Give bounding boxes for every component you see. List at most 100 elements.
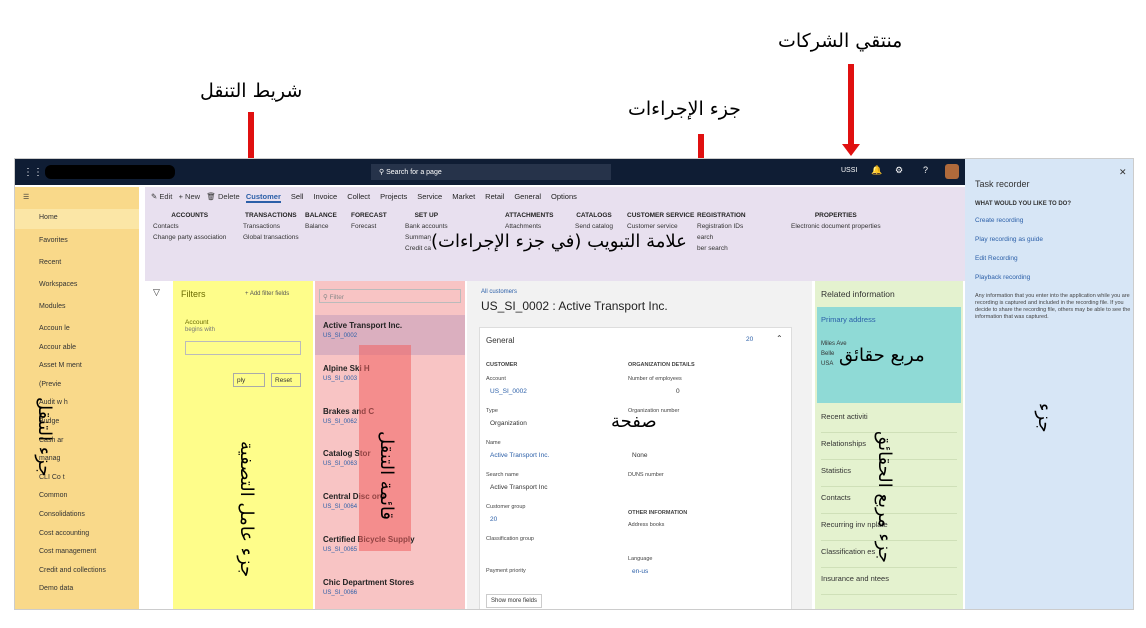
name-label: Name (486, 440, 501, 446)
ribbon-item[interactable]: Forecast (351, 223, 387, 230)
ribbon-item[interactable]: Global transactions (243, 234, 299, 241)
search-box[interactable]: ⚲ Search for a page (371, 164, 611, 180)
breadcrumb[interactable]: All customers (481, 289, 517, 295)
factbox-row[interactable]: Recent activiti (821, 407, 957, 433)
edit-button[interactable]: ✎ Edit (151, 192, 172, 201)
employees-value[interactable]: 0 (676, 388, 680, 395)
factbox-row[interactable]: Insurance and ntees (821, 569, 957, 595)
tab-options[interactable]: Options (551, 192, 577, 201)
nav-home[interactable] (15, 209, 139, 229)
section-title[interactable]: General (486, 336, 514, 345)
tab-invoice[interactable]: Invoice (313, 192, 337, 201)
tab-projects[interactable]: Projects (380, 192, 407, 201)
nav-item-favorites[interactable]: Favorites (39, 237, 68, 244)
ribbon-item[interactable]: Change party association (153, 234, 226, 241)
module-item[interactable]: Cost management (39, 548, 96, 555)
ribbon-item[interactable]: ber search (697, 245, 746, 252)
related-info-title[interactable]: Related information (821, 289, 895, 299)
tab-retail[interactable]: Retail (485, 192, 504, 201)
list-item-name[interactable]: Chic Department Stores (323, 578, 453, 587)
ribbon-item[interactable]: Balance (305, 223, 337, 230)
filter-input[interactable] (185, 341, 301, 355)
module-item[interactable]: Common (39, 492, 67, 499)
tab-sell[interactable]: Sell (291, 192, 304, 201)
collapse-chevron-icon[interactable]: ⌃ (776, 334, 783, 343)
ribbon-item[interactable]: Send catalog (575, 223, 613, 230)
ribbon-item[interactable]: Contacts (153, 223, 226, 230)
module-item[interactable]: Asset M ment (39, 362, 82, 369)
nav-item-workspaces[interactable]: Workspaces (39, 281, 77, 288)
module-item[interactable]: (Previe (39, 381, 61, 388)
collapse-icon[interactable]: ☰ (23, 193, 29, 201)
nav-bar-annotation: شريط التنقل (200, 80, 303, 102)
module-item[interactable]: Demo data (39, 585, 73, 592)
list-filter-input[interactable]: ⚲ Filter (319, 289, 461, 303)
ribbon-group: PROPERTIES Electronic document properties (791, 212, 881, 234)
task-link[interactable]: Play recording as guide (975, 236, 1043, 243)
app-launcher-icon[interactable]: ⋮⋮ (23, 167, 43, 178)
close-icon[interactable]: ✕ (1119, 167, 1127, 178)
search-name-value[interactable]: Active Transport Inc (490, 484, 547, 491)
redacted-bar (45, 165, 175, 179)
delete-button[interactable]: 🗑 Delete (206, 192, 239, 201)
task-link[interactable]: Playback recording (975, 274, 1030, 281)
filter-toggle[interactable]: ▽ (153, 287, 160, 298)
module-item[interactable]: Accour able (39, 344, 76, 351)
tab-customer[interactable]: Customer (245, 192, 281, 203)
org-heading: ORGANIZATION DETAILS (628, 362, 695, 368)
ribbon-item[interactable]: Registration IDs (697, 223, 746, 230)
none-value[interactable]: None (632, 452, 648, 459)
group-value[interactable]: 20 (490, 516, 497, 523)
ribbon-item[interactable]: Transactions (243, 223, 299, 230)
module-item[interactable]: Consolidations (39, 511, 85, 518)
address-line-2: Belle (821, 351, 835, 357)
ribbon-group-title: TRANSACTIONS (245, 212, 297, 219)
module-item[interactable]: Cost accounting (39, 530, 89, 537)
gear-icon[interactable]: ⚙ (895, 165, 903, 176)
reset-button[interactable]: Reset (271, 373, 301, 387)
nav-item-recent[interactable]: Recent (39, 259, 61, 266)
ribbon-group-title: FORECAST (351, 212, 387, 219)
primary-address-title[interactable]: Primary address (821, 315, 876, 324)
address-books-label: Address books (628, 522, 665, 528)
account-value[interactable]: US_SI_0002 (490, 388, 527, 395)
add-filter-button[interactable]: + Add filter fields (245, 291, 289, 297)
new-button[interactable]: + New (179, 192, 200, 201)
list-item[interactable]: Active Transport Inc. US_SI_0002 (323, 321, 453, 339)
nav-arrow (248, 112, 254, 162)
name-value[interactable]: Active Transport Inc. (490, 452, 549, 459)
section-count: 20 (746, 336, 754, 343)
tab-service[interactable]: Service (417, 192, 442, 201)
nav-item-home[interactable]: Home (39, 214, 58, 221)
company-picker[interactable]: USSI (841, 167, 857, 174)
other-heading: OTHER INFORMATION (628, 510, 688, 516)
module-item[interactable]: Accoun le (39, 325, 70, 332)
apply-button[interactable]: ply (233, 373, 265, 387)
language-value[interactable]: en-us (632, 568, 648, 575)
tab-market[interactable]: Market (452, 192, 475, 201)
ribbon-item[interactable]: Customer service (627, 223, 694, 230)
nav-item-modules[interactable]: Modules (39, 303, 65, 310)
customer-heading: CUSTOMER (486, 362, 518, 368)
ribbon-item[interactable]: Bank accounts (405, 223, 448, 230)
show-more-button[interactable]: Show more fields (486, 594, 543, 608)
ribbon-group-title: CUSTOMER SERVICE (627, 212, 695, 219)
list-item-name[interactable]: Active Transport Inc. (323, 321, 453, 330)
notification-icon[interactable]: 🔔 (871, 165, 882, 176)
list-item-id: US_SI_0066 (323, 589, 358, 596)
help-icon[interactable]: ? (923, 165, 928, 175)
search-name-label: Search name (486, 472, 519, 478)
type-value[interactable]: Organization (490, 420, 527, 427)
ribbon-item[interactable]: earch (697, 234, 746, 241)
ribbon-item[interactable]: Electronic document properties (791, 223, 881, 230)
tab-general[interactable]: General (514, 192, 541, 201)
tab-collect[interactable]: Collect (347, 192, 370, 201)
ribbon-group: TRANSACTIONS Transactions Global transacti… (243, 212, 299, 245)
filter-operator[interactable]: begins with (185, 327, 215, 333)
task-link[interactable]: Create recording (975, 217, 1023, 224)
module-item[interactable]: Credit and collections (39, 567, 106, 574)
task-link[interactable]: Edit Recording (975, 255, 1018, 262)
avatar[interactable] (945, 164, 959, 179)
list-item[interactable]: Chic Department Stores US_SI_0066 (323, 578, 453, 596)
ribbon-item[interactable]: Attachments (505, 223, 554, 230)
